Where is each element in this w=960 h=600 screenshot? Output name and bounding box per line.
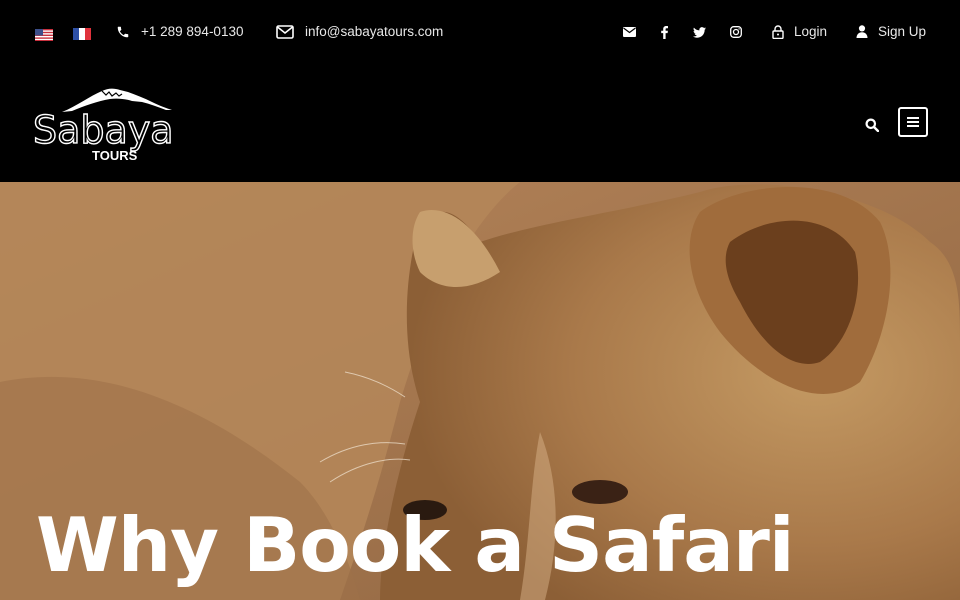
phone-contact[interactable]: +1 289 894-0130 — [116, 24, 243, 39]
twitter-icon[interactable] — [688, 22, 710, 42]
logo-sub-text: TOURS — [92, 148, 138, 163]
hamburger-menu-icon — [907, 117, 919, 127]
envelope-outline-icon — [276, 24, 294, 39]
login-link[interactable]: Login — [772, 24, 827, 39]
hero-banner: Why Book a Safari — [0, 182, 960, 600]
phone-icon — [117, 26, 129, 37]
fr-flag-icon[interactable] — [73, 28, 91, 40]
top-bar: +1 289 894-0130 info@sabayatours.com Log… — [0, 0, 960, 66]
user-icon — [856, 25, 868, 38]
envelope-icon[interactable] — [618, 22, 640, 42]
hero-title: Why Book a Safari — [36, 501, 795, 589]
signup-link[interactable]: Sign Up — [856, 24, 926, 39]
login-label: Login — [794, 24, 828, 39]
main-navbar: Sabaya TOURS — [0, 66, 960, 182]
instagram-icon[interactable] — [725, 22, 747, 42]
menu-toggle-button[interactable] — [898, 107, 928, 137]
logo-main-text: Sabaya — [33, 108, 174, 152]
email-contact[interactable]: info@sabayatours.com — [276, 24, 443, 39]
phone-number: +1 289 894-0130 — [141, 24, 244, 39]
search-button[interactable] — [861, 114, 883, 136]
search-icon — [865, 118, 879, 132]
us-flag-icon[interactable] — [35, 28, 53, 41]
sabaya-tours-logo[interactable]: Sabaya TOURS — [32, 86, 180, 164]
facebook-icon[interactable] — [653, 22, 675, 42]
lock-icon — [772, 24, 784, 39]
signup-label: Sign Up — [878, 24, 927, 39]
email-address: info@sabayatours.com — [305, 24, 444, 39]
